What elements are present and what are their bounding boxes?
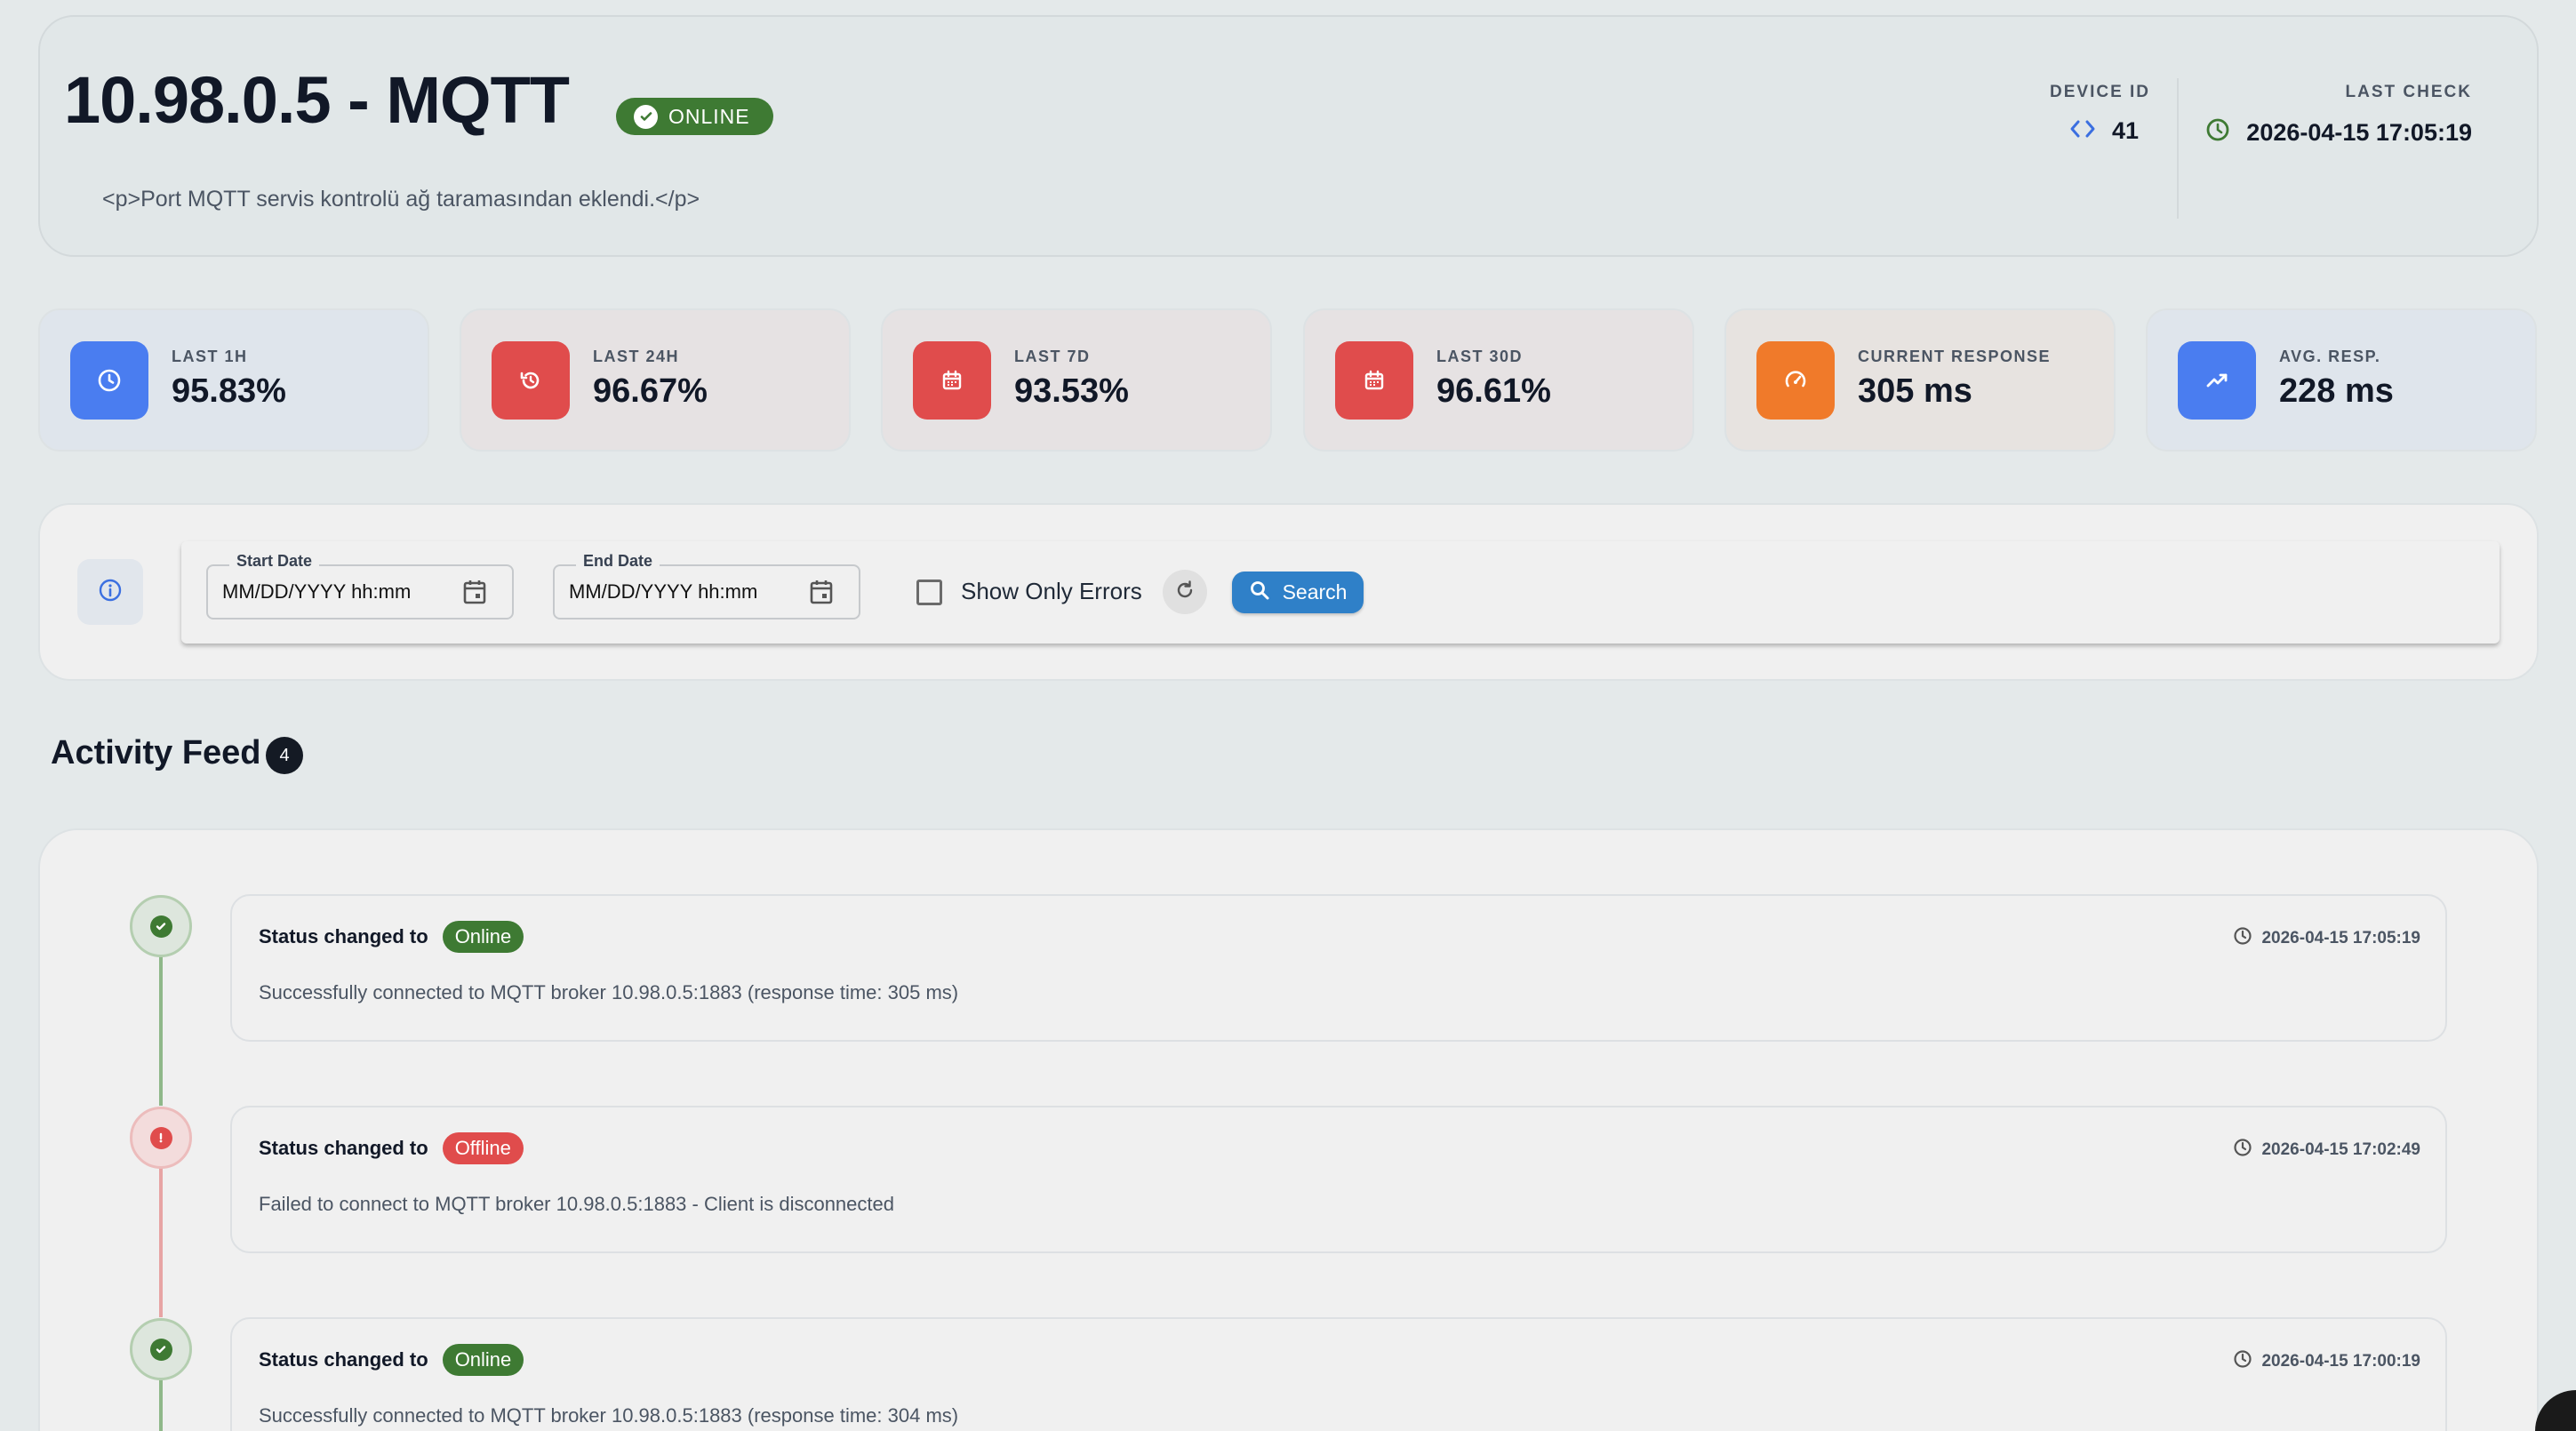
history-icon: [492, 341, 570, 420]
calendar-icon[interactable]: [462, 579, 487, 610]
event-time: 2026-04-15 17:00:19: [2261, 1352, 2420, 1371]
end-date-input[interactable]: MM/DD/YYYY hh:mm: [569, 580, 757, 604]
errors-only-checkbox[interactable]: [916, 580, 942, 605]
end-date-label: End Date: [576, 552, 660, 571]
timeline-node-online: [130, 895, 192, 957]
stat-label: CURRENT RESPONSE: [1858, 348, 2052, 365]
event-prefix: Status changed to: [259, 925, 428, 947]
last-check-value: 2026-04-15 17:05:19: [2246, 119, 2472, 146]
search-icon: [1249, 580, 1270, 606]
stat-label: LAST 1H: [172, 348, 248, 365]
event-timestamp: 2026-04-15 17:05:19: [2233, 926, 2420, 951]
stat-value: 305 ms: [1858, 372, 1972, 410]
stat-card-last-7d: LAST 7D 93.53%: [881, 308, 1272, 452]
event-status-pill: Online: [442, 921, 524, 953]
check-circle-icon: [149, 915, 172, 938]
stat-card-last-1h: LAST 1H 95.83%: [38, 308, 429, 452]
timeline-connector: [159, 1168, 163, 1317]
stat-card-avg-response: AVG. RESP. 228 ms: [2146, 308, 2537, 452]
refresh-button[interactable]: [1163, 570, 1207, 614]
status-badge: ONLINE: [616, 98, 773, 135]
code-icon: [2069, 117, 2096, 145]
clock-icon: [70, 341, 148, 420]
header-divider: [2177, 78, 2179, 219]
event-message: Successfully connected to MQTT broker 10…: [259, 1404, 959, 1427]
stat-label: LAST 7D: [1014, 348, 1091, 365]
event-timestamp: 2026-04-15 17:00:19: [2233, 1349, 2420, 1374]
event-status-pill: Offline: [442, 1132, 524, 1164]
stat-label: AVG. RESP.: [2279, 348, 2381, 365]
clock-icon: [2233, 926, 2252, 951]
timeline-connector: [159, 1379, 163, 1431]
event-timestamp: 2026-04-15 17:02:49: [2233, 1138, 2420, 1163]
activity-event: Status changed to Offline 2026-04-15 17:…: [230, 1106, 2447, 1253]
stat-card-last-24h: LAST 24H 96.67%: [460, 308, 851, 452]
stat-label: LAST 24H: [593, 348, 680, 365]
trending-up-icon: [2178, 341, 2256, 420]
event-time: 2026-04-15 17:02:49: [2261, 1140, 2420, 1159]
event-prefix: Status changed to: [259, 1137, 428, 1159]
alert-circle-icon: [149, 1126, 172, 1149]
device-description: <p>Port MQTT servis kontrolü ağ taraması…: [102, 187, 700, 212]
speedometer-icon: [1756, 341, 1835, 420]
clock-icon: [2205, 117, 2230, 148]
page-title: 10.98.0.5 - MQTT: [64, 63, 570, 137]
calendar-icon[interactable]: [809, 579, 834, 610]
clock-icon: [2233, 1138, 2252, 1163]
calendar-icon: [913, 341, 991, 420]
stat-value: 96.67%: [593, 372, 708, 410]
clock-icon: [2233, 1349, 2252, 1374]
refresh-icon: [1173, 579, 1196, 606]
event-message: Failed to connect to MQTT broker 10.98.0…: [259, 1193, 894, 1215]
start-date-input[interactable]: MM/DD/YYYY hh:mm: [222, 580, 411, 604]
event-message: Successfully connected to MQTT broker 10…: [259, 981, 959, 1003]
stat-card-current-response: CURRENT RESPONSE 305 ms: [1724, 308, 2116, 452]
timeline-connector: [159, 956, 163, 1106]
start-date-field[interactable]: Start Date MM/DD/YYYY hh:mm: [206, 552, 514, 620]
event-heading: Status changed to Online: [259, 1344, 524, 1376]
last-check: 2026-04-15 17:05:19: [2205, 117, 2472, 148]
event-status-pill: Online: [442, 1344, 524, 1376]
last-check-label: LAST CHECK: [2345, 83, 2472, 101]
feed-title: Activity Feed: [51, 734, 261, 771]
event-time: 2026-04-15 17:05:19: [2261, 929, 2420, 947]
stat-card-last-30d: LAST 30D 96.61%: [1303, 308, 1694, 452]
stat-value: 96.61%: [1436, 372, 1551, 410]
errors-only-label[interactable]: Show Only Errors: [961, 578, 1142, 605]
calendar-icon: [1335, 341, 1413, 420]
check-circle-icon: [634, 104, 658, 129]
device-id-label: DEVICE ID: [2050, 83, 2151, 101]
info-icon: [97, 577, 124, 608]
timeline-node-offline: [130, 1107, 192, 1169]
feed-count-badge: 4: [266, 737, 303, 774]
activity-event: Status changed to Online 2026-04-15 17:0…: [230, 894, 2447, 1042]
info-button[interactable]: [77, 559, 143, 625]
stat-value: 228 ms: [2279, 372, 2394, 410]
device-id: 41: [2069, 117, 2139, 145]
timeline-node-online: [130, 1318, 192, 1380]
device-id-value: 41: [2111, 117, 2139, 144]
stat-value: 93.53%: [1014, 372, 1129, 410]
start-date-label: Start Date: [229, 552, 320, 571]
status-badge-label: ONLINE: [668, 104, 750, 128]
end-date-field[interactable]: End Date MM/DD/YYYY hh:mm: [553, 552, 860, 620]
window-corner: [2535, 1390, 2576, 1431]
event-heading: Status changed to Offline: [259, 1132, 524, 1164]
event-heading: Status changed to Online: [259, 921, 524, 953]
check-circle-icon: [149, 1338, 172, 1361]
event-prefix: Status changed to: [259, 1348, 428, 1371]
stat-value: 95.83%: [172, 372, 286, 410]
stat-label: LAST 30D: [1436, 348, 1524, 365]
activity-event: Status changed to Online 2026-04-15 17:0…: [230, 1317, 2447, 1431]
search-button[interactable]: Search: [1232, 572, 1364, 613]
search-label: Search: [1282, 580, 1348, 604]
